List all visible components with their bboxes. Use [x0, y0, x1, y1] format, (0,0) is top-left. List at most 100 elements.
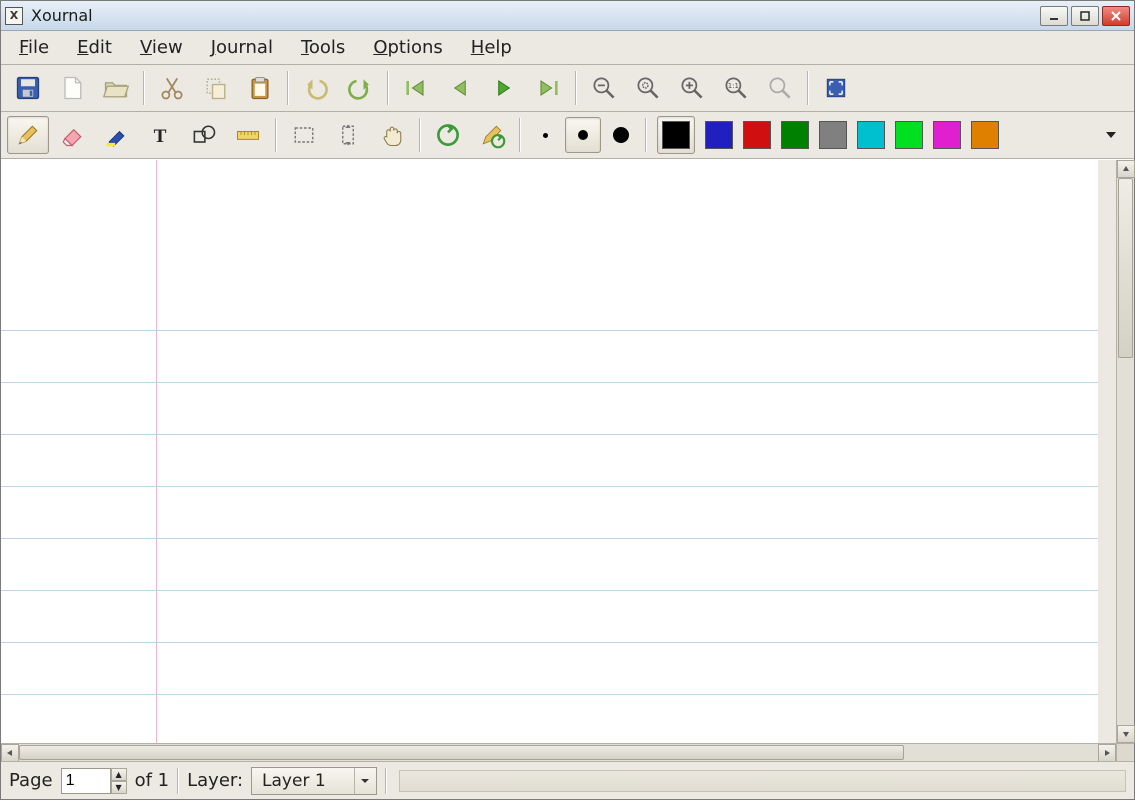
copy-icon	[202, 74, 230, 102]
thickness-fine-button[interactable]	[527, 117, 563, 153]
status-message-area	[399, 770, 1126, 792]
vertical-space-icon	[334, 121, 362, 149]
menu-options[interactable]: Options	[363, 33, 452, 62]
page-spin-down[interactable]: ▼	[111, 781, 127, 794]
ruler-button[interactable]	[227, 116, 269, 154]
page-number-input[interactable]	[61, 768, 111, 794]
layer-combo-arrow[interactable]	[354, 768, 376, 794]
menu-edit[interactable]: Edit	[67, 33, 122, 62]
close-button[interactable]	[1102, 6, 1130, 26]
page-number-spinner[interactable]: ▲ ▼	[61, 768, 127, 794]
recycle-icon	[434, 121, 462, 149]
new-page-icon	[58, 74, 86, 102]
dot-thick-icon	[613, 127, 629, 143]
open-button[interactable]	[95, 69, 137, 107]
svg-text:1:1: 1:1	[728, 82, 739, 90]
menu-journal[interactable]: Journal	[201, 33, 283, 62]
color-orange-button[interactable]	[971, 121, 999, 149]
vertical-scrollbar[interactable]	[1116, 160, 1134, 743]
dot-fine-icon	[543, 133, 548, 138]
menubar: File Edit View Journal Tools Options Hel…	[1, 31, 1134, 65]
chevron-down-icon	[1104, 128, 1118, 142]
undo-button[interactable]	[295, 69, 337, 107]
copy-button[interactable]	[195, 69, 237, 107]
scroll-right-button[interactable]	[1098, 744, 1116, 762]
highlighter-tool-button[interactable]	[95, 116, 137, 154]
menu-help[interactable]: Help	[461, 33, 522, 62]
vscroll-thumb[interactable]	[1118, 178, 1133, 358]
minimize-button[interactable]	[1040, 6, 1068, 26]
hscroll-thumb[interactable]	[19, 745, 904, 760]
select-rect-button[interactable]	[283, 116, 325, 154]
save-icon	[14, 74, 42, 102]
window-title: Xournal	[31, 6, 1040, 25]
eraser-icon	[58, 121, 86, 149]
zoom-100-icon: 1:1	[722, 74, 750, 102]
horizontal-scrollbar[interactable]	[1, 744, 1116, 761]
color-red-button[interactable]	[743, 121, 771, 149]
select-rect-icon	[290, 121, 318, 149]
thickness-medium-button[interactable]	[565, 117, 601, 153]
zoom-fit-icon	[634, 74, 662, 102]
default-pen-button[interactable]	[471, 116, 513, 154]
next-page-icon	[490, 74, 518, 102]
app-icon: X	[5, 7, 23, 25]
page-canvas[interactable]	[1, 160, 1098, 743]
scroll-down-button[interactable]	[1117, 725, 1135, 743]
first-page-button[interactable]	[395, 69, 437, 107]
vscroll-track[interactable]	[1117, 178, 1134, 725]
zoom-width-button[interactable]	[759, 69, 801, 107]
first-page-icon	[402, 74, 430, 102]
page-spin-up[interactable]: ▲	[111, 768, 127, 781]
paste-button[interactable]	[239, 69, 281, 107]
tool-toolbar: T	[1, 112, 1134, 159]
toolbar-overflow-button[interactable]	[1094, 118, 1128, 152]
last-page-button[interactable]	[527, 69, 569, 107]
horizontal-scrollbar-row	[1, 743, 1134, 761]
default-tool-button[interactable]	[427, 116, 469, 154]
svg-text:T: T	[154, 126, 167, 147]
hand-tool-button[interactable]	[371, 116, 413, 154]
scroll-up-button[interactable]	[1117, 160, 1135, 178]
pen-tool-button[interactable]	[7, 116, 49, 154]
zoom-in-button[interactable]	[671, 69, 713, 107]
color-lime-button[interactable]	[895, 121, 923, 149]
layer-label: Layer:	[187, 770, 243, 791]
layer-value: Layer 1	[252, 771, 354, 791]
zoom-fit-button[interactable]	[627, 69, 669, 107]
menu-tools[interactable]: Tools	[291, 33, 355, 62]
color-blue-button[interactable]	[705, 121, 733, 149]
text-icon: T	[146, 121, 174, 149]
prev-page-icon	[446, 74, 474, 102]
color-black-button[interactable]	[657, 116, 695, 154]
color-gray-button[interactable]	[819, 121, 847, 149]
zoom-out-button[interactable]	[583, 69, 625, 107]
folder-open-icon	[102, 74, 130, 102]
color-green-button[interactable]	[781, 121, 809, 149]
cut-button[interactable]	[151, 69, 193, 107]
thickness-thick-button[interactable]	[603, 117, 639, 153]
hscroll-track[interactable]	[19, 744, 1098, 761]
zoom-100-button[interactable]: 1:1	[715, 69, 757, 107]
zoom-in-icon	[678, 74, 706, 102]
next-page-button[interactable]	[483, 69, 525, 107]
redo-button[interactable]	[339, 69, 381, 107]
new-button[interactable]	[51, 69, 93, 107]
vertical-space-button[interactable]	[327, 116, 369, 154]
prev-page-button[interactable]	[439, 69, 481, 107]
scroll-left-button[interactable]	[1, 744, 19, 762]
layer-combobox[interactable]: Layer 1	[251, 767, 377, 795]
shape-recognizer-button[interactable]	[183, 116, 225, 154]
chevron-down-icon	[360, 776, 370, 786]
maximize-button[interactable]	[1071, 6, 1099, 26]
menu-view[interactable]: View	[130, 33, 193, 62]
color-magenta-button[interactable]	[933, 121, 961, 149]
menu-file[interactable]: File	[9, 33, 59, 62]
page-total-label: of 1	[135, 770, 170, 791]
zoom-width-icon	[766, 74, 794, 102]
save-button[interactable]	[7, 69, 49, 107]
color-cyan-button[interactable]	[857, 121, 885, 149]
text-tool-button[interactable]: T	[139, 116, 181, 154]
fullscreen-button[interactable]	[815, 69, 857, 107]
eraser-tool-button[interactable]	[51, 116, 93, 154]
